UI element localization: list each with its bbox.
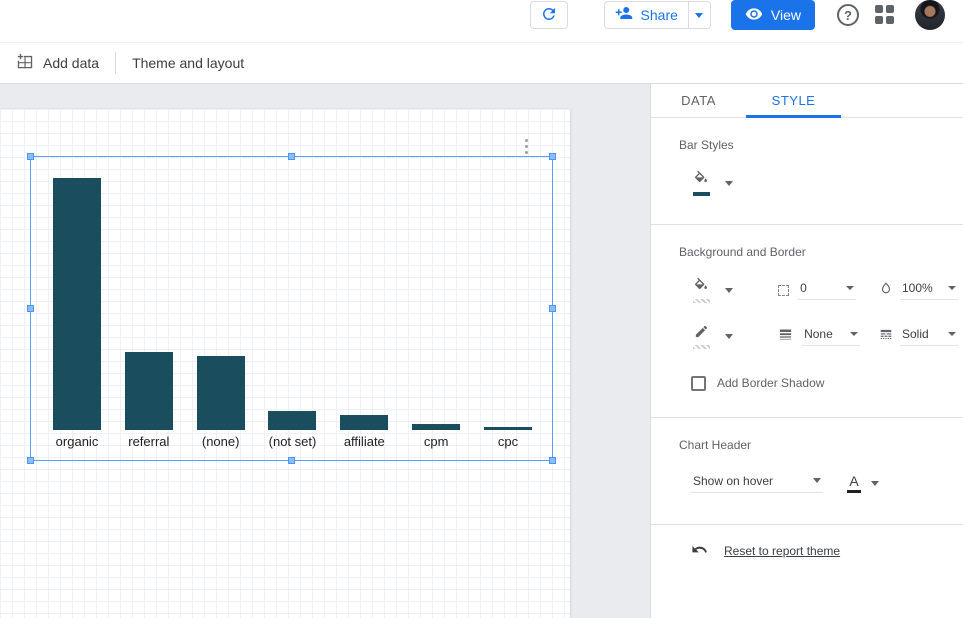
person-add-icon [615, 4, 633, 27]
border-style-value: Solid [902, 327, 929, 341]
border-shadow-label: Add Border Shadow [717, 376, 824, 390]
header-visibility-dropdown[interactable]: Show on hover [691, 474, 823, 493]
eye-icon [745, 5, 763, 26]
apps-grid-button[interactable] [875, 5, 895, 25]
bar-fill-color-control[interactable] [691, 170, 711, 196]
chevron-down-icon [813, 478, 821, 483]
corner-radius-dropdown[interactable]: 0 [798, 281, 856, 300]
view-label: View [771, 7, 801, 23]
font-color-icon: A [847, 474, 861, 493]
chevron-down-icon [850, 332, 858, 336]
section-title: Background and Border [679, 245, 958, 259]
chevron-down-icon [846, 286, 854, 290]
share-label: Share [641, 7, 678, 23]
header-actions: Share View ? [530, 0, 945, 30]
apps-grid-icon [875, 5, 883, 13]
share-menu-caret[interactable] [688, 2, 710, 28]
kebab-menu-icon [525, 139, 528, 142]
reset-to-theme-link[interactable]: Reset to report theme [724, 544, 840, 558]
border-weight-icon [778, 327, 793, 345]
chevron-down-icon [725, 334, 733, 339]
section-bar-styles: Bar Styles [651, 118, 963, 225]
selection-box [30, 156, 553, 461]
border-weight-value: None [804, 327, 833, 341]
corner-radius-value: 0 [800, 281, 807, 295]
theme-layout-label: Theme and layout [132, 55, 244, 71]
add-data-icon [16, 53, 34, 74]
section-chart-header: Chart Header Show on hover A [651, 418, 963, 525]
report-canvas[interactable]: organicreferral(none)(not set)affiliatec… [0, 109, 570, 618]
main-area: organicreferral(none)(not set)affiliatec… [0, 84, 963, 618]
edit-toolbar: Add data Theme and layout [0, 42, 963, 84]
border-shadow-checkbox[interactable] [691, 376, 706, 391]
selection-handle-e[interactable] [549, 305, 556, 312]
section-background-border: Background and Border 0 [651, 225, 963, 418]
font-color-letter: A [849, 474, 858, 488]
share-button-main[interactable]: Share [605, 2, 688, 28]
border-style-dropdown[interactable]: Solid [900, 327, 958, 346]
font-color-indicator [847, 490, 861, 493]
add-data-label: Add data [43, 55, 99, 71]
chart-options-button[interactable] [522, 136, 531, 157]
paint-bucket-icon [693, 277, 709, 296]
view-button[interactable]: View [731, 0, 815, 30]
border-style-icon [879, 327, 893, 345]
chevron-down-icon [725, 181, 733, 186]
selection-handle-ne[interactable] [549, 153, 556, 160]
help-button[interactable]: ? [837, 4, 859, 26]
properties-panel: DATA STYLE Bar Styles Background and Bor… [650, 84, 963, 618]
transparent-color-indicator [693, 345, 710, 349]
add-data-button[interactable]: Add data [16, 53, 99, 74]
share-button[interactable]: Share [604, 1, 711, 29]
border-weight-dropdown[interactable]: None [802, 327, 860, 346]
selection-handle-sw[interactable] [27, 457, 34, 464]
pencil-icon [694, 324, 709, 342]
panel-tabs: DATA STYLE [651, 84, 963, 118]
border-color-control[interactable] [691, 324, 711, 349]
theme-layout-button[interactable]: Theme and layout [132, 55, 244, 71]
selection-handle-s[interactable] [288, 457, 295, 464]
paint-bucket-icon [693, 170, 709, 189]
toolbar-divider [115, 52, 116, 74]
chevron-down-icon [871, 481, 879, 486]
section-title: Chart Header [679, 438, 958, 452]
chevron-down-icon [948, 332, 956, 336]
bar-fill-color-indicator [693, 192, 710, 196]
chevron-down-icon [695, 13, 703, 18]
chevron-down-icon [948, 286, 956, 290]
section-title: Bar Styles [679, 138, 958, 152]
opacity-icon [879, 281, 893, 299]
transparent-color-indicator [693, 299, 710, 303]
selection-handle-nw[interactable] [27, 153, 34, 160]
panel-footer: Reset to report theme [651, 525, 963, 577]
refresh-button[interactable] [530, 1, 568, 29]
canvas-area: organicreferral(none)(not set)affiliatec… [0, 84, 650, 618]
selection-handle-n[interactable] [288, 153, 295, 160]
refresh-icon [540, 5, 558, 26]
tab-data[interactable]: DATA [651, 84, 746, 117]
corner-radius-icon [778, 285, 789, 296]
opacity-dropdown[interactable]: 100% [900, 281, 958, 300]
opacity-value: 100% [902, 281, 933, 295]
app-header: Share View ? [0, 0, 963, 42]
avatar[interactable] [915, 0, 945, 30]
help-icon: ? [844, 8, 852, 23]
background-fill-color-control[interactable] [691, 277, 711, 303]
selection-handle-w[interactable] [27, 305, 34, 312]
header-font-color-control[interactable]: A [847, 474, 879, 493]
selection-handle-se[interactable] [549, 457, 556, 464]
undo-icon [691, 541, 708, 561]
tab-style[interactable]: STYLE [746, 84, 841, 117]
header-visibility-value: Show on hover [693, 474, 773, 488]
chevron-down-icon [725, 288, 733, 293]
